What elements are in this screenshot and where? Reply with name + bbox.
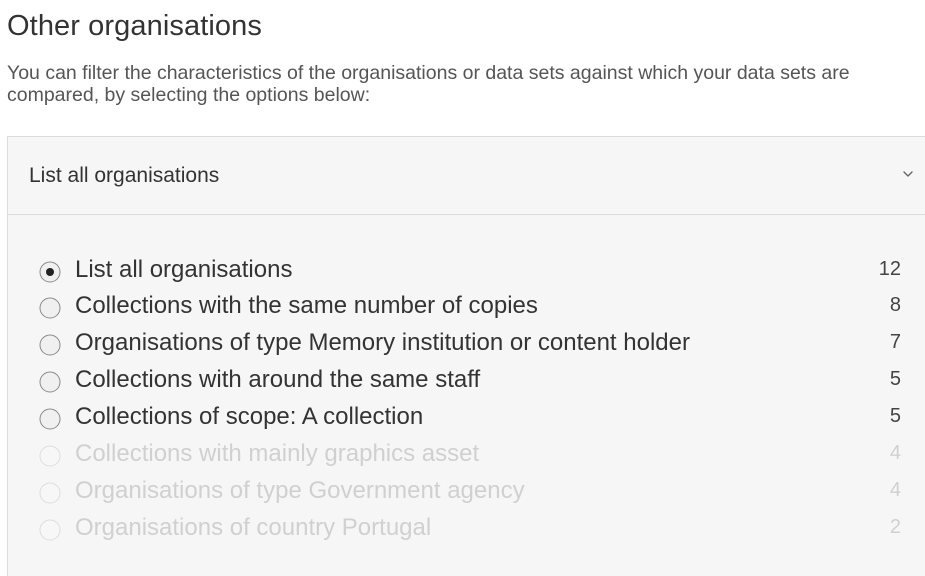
- filter-option-label: Collections with around the same staff: [75, 366, 481, 393]
- page: Other organisations You can filter the c…: [0, 0, 925, 576]
- filter-option-label: List all organisations: [75, 256, 293, 283]
- filter-option-graphics-asset: Collections with mainly graphics asset 4: [39, 437, 919, 474]
- filter-option-list-all[interactable]: List all organisations 12: [39, 253, 919, 290]
- radio-button[interactable]: [39, 334, 61, 356]
- filter-option-scope-collection[interactable]: Collections of scope: A collection 5: [39, 400, 919, 437]
- radio-button: [39, 519, 61, 541]
- filter-option-count: 4: [889, 442, 901, 464]
- filter-option-label: Organisations of type Government agency: [75, 477, 525, 504]
- filter-option-count: 12: [878, 258, 901, 280]
- filter-option-type-government: Organisations of type Government agency …: [39, 474, 919, 511]
- section-heading: Other organisations: [7, 10, 262, 42]
- filter-option-label: Collections with the same number of copi…: [75, 292, 538, 319]
- radio-button[interactable]: [39, 297, 61, 319]
- radio-button: [39, 445, 61, 467]
- chevron-down-icon: [903, 171, 913, 177]
- radio-button[interactable]: [39, 261, 61, 283]
- filter-option-label: Organisations of country Portugal: [75, 514, 432, 541]
- radio-button[interactable]: [39, 408, 61, 430]
- filter-option-count: 5: [889, 405, 901, 427]
- filter-option-country-portugal: Organisations of country Portugal 2: [39, 511, 919, 548]
- filter-option-count: 7: [889, 331, 901, 353]
- filter-option-count: 8: [889, 294, 901, 316]
- filter-option-count: 2: [889, 516, 901, 538]
- filter-option-same-copies[interactable]: Collections with the same number of copi…: [39, 289, 919, 326]
- filter-panel: List all organisations List all organisa…: [7, 136, 925, 576]
- radio-button[interactable]: [39, 371, 61, 393]
- intro-text: You can filter the characteristics of th…: [7, 62, 850, 106]
- filter-dropdown-header[interactable]: List all organisations: [8, 137, 925, 215]
- filter-option-count: 5: [889, 368, 901, 390]
- filter-option-label: Collections of scope: A collection: [75, 403, 424, 430]
- radio-button: [39, 482, 61, 504]
- filter-option-same-staff[interactable]: Collections with around the same staff 5: [39, 363, 919, 400]
- filter-option-type-memory[interactable]: Organisations of type Memory institution…: [39, 326, 919, 363]
- filter-option-label: Organisations of type Memory institution…: [75, 329, 690, 356]
- filter-option-label: Collections with mainly graphics asset: [75, 440, 480, 467]
- filter-dropdown-selected: List all organisations: [29, 164, 220, 187]
- filter-option-count: 4: [889, 479, 901, 501]
